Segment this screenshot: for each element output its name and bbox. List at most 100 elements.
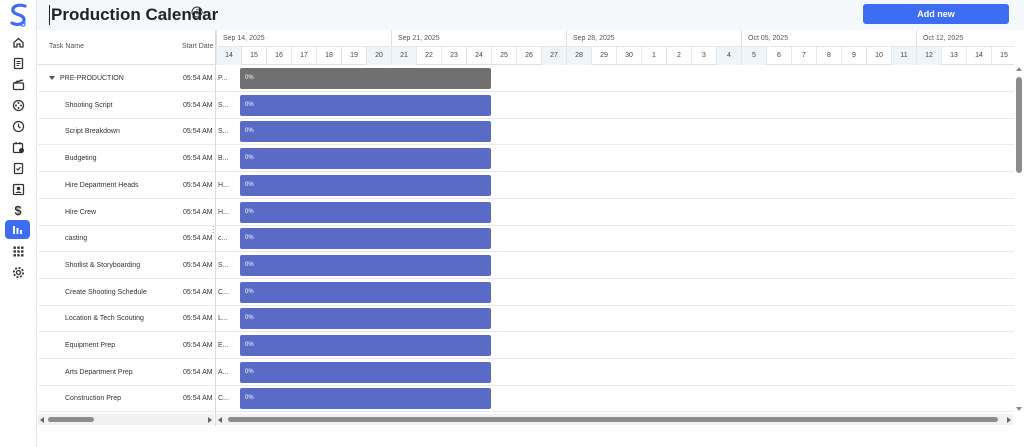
sidebar-item-home[interactable] <box>6 33 30 51</box>
task-name: Hire Department Heads <box>65 181 139 189</box>
chart-scroll-thumb[interactable] <box>228 417 998 422</box>
day-label: 12 <box>916 47 941 65</box>
scroll-left-icon[interactable] <box>218 417 222 423</box>
task-progress: 0% <box>245 235 254 242</box>
task-progress: 0% <box>245 181 254 188</box>
task-bar[interactable]: 0% <box>240 68 491 89</box>
task-start-date: 05:54 AM <box>183 395 213 403</box>
vertical-scroll-thumb[interactable] <box>1016 77 1022 173</box>
table-row[interactable]: Shooting Script 05:54 AM <box>38 92 215 119</box>
task-bar[interactable]: 0% <box>240 335 491 356</box>
app-logo[interactable] <box>8 3 30 29</box>
gantt-row: c... 0% <box>216 225 1014 253</box>
day-label: 24 <box>466 47 491 65</box>
row-short-label: C... <box>218 288 229 296</box>
table-row[interactable]: Location & Tech Scouting 05:54 AM <box>38 305 215 333</box>
day-label: 3 <box>691 47 716 65</box>
task-bar[interactable]: 0% <box>240 94 491 116</box>
scroll-left-icon[interactable] <box>40 417 44 423</box>
task-bar[interactable]: 0% <box>240 254 491 276</box>
week-label: Sep 28, 2025 <box>566 30 741 47</box>
vertical-scrollbar[interactable] <box>1014 65 1024 413</box>
task-bar[interactable]: 0% <box>240 281 491 303</box>
column-header-task-name[interactable]: Task Name <box>49 43 84 50</box>
sidebar-item-dollar[interactable]: $ <box>6 201 30 219</box>
day-label: 16 <box>266 47 291 65</box>
task-bar[interactable]: 0% <box>240 228 491 250</box>
add-new-button[interactable]: Add new <box>863 4 1009 24</box>
task-progress: 0% <box>245 128 254 135</box>
gantt-row: A... 0% <box>216 359 1014 386</box>
gantt-row: H... 0% <box>216 172 1014 199</box>
day-label: 4 <box>716 47 741 65</box>
task-bar[interactable]: 0% <box>240 201 491 223</box>
sidebar-item-gear[interactable] <box>6 263 30 281</box>
info-icon[interactable] <box>191 6 203 18</box>
table-row[interactable]: Shotlist & Storyboarding 05:54 AM <box>38 252 215 279</box>
column-header-start-date[interactable]: Start Date <box>182 43 214 50</box>
task-bar[interactable]: 0% <box>240 308 491 330</box>
day-label: 9 <box>841 47 866 65</box>
grid-scroll-thumb[interactable] <box>48 417 94 422</box>
sidebar-item-apps-grid[interactable] <box>6 242 30 260</box>
table-row[interactable]: PRE-PRODUCTION 05:54 AM <box>38 65 215 92</box>
day-label: 6 <box>766 47 791 65</box>
gantt-row: H... 0% <box>216 199 1014 226</box>
task-bar[interactable]: 0% <box>240 361 491 383</box>
table-row[interactable]: Create Shooting Schedule 05:54 AM <box>38 279 215 306</box>
sidebar-item-clapperboard[interactable] <box>6 75 30 93</box>
day-label: 14 <box>966 47 991 65</box>
gantt-row: S... 0% <box>216 118 1014 146</box>
task-progress: 0% <box>245 395 254 402</box>
gantt-row: B... 0% <box>216 145 1014 173</box>
day-label: 7 <box>791 47 816 65</box>
grid-horizontal-scrollbar[interactable] <box>38 414 214 425</box>
sidebar-item-document[interactable] <box>6 54 30 72</box>
table-row[interactable]: casting 05:54 AM <box>38 225 215 253</box>
task-bar[interactable]: 0% <box>240 174 491 196</box>
task-start-date: 05:54 AM <box>183 101 213 109</box>
day-label: 29 <box>591 47 616 65</box>
row-short-label: H... <box>218 208 229 216</box>
sidebar-item-checklist[interactable] <box>6 159 30 177</box>
sidebar-item-gantt-chart[interactable] <box>5 220 30 239</box>
chart-horizontal-scrollbar[interactable] <box>216 414 1013 425</box>
scroll-up-icon[interactable] <box>1016 67 1022 71</box>
sidebar-item-contact-card[interactable] <box>6 180 30 198</box>
day-label: 18 <box>316 47 341 65</box>
gear-icon <box>12 266 24 278</box>
clock-icon <box>12 120 24 132</box>
task-start-date: 05:54 AM <box>183 208 213 216</box>
scroll-right-icon[interactable] <box>208 417 212 423</box>
task-start-date: 05:54 AM <box>183 75 213 82</box>
table-row[interactable]: Construction Prep 05:54 AM <box>38 385 215 413</box>
sidebar-item-clock[interactable] <box>6 117 30 135</box>
table-row[interactable]: Script Breakdown 05:54 AM <box>38 118 215 146</box>
gantt-row: L... 0% <box>216 305 1014 333</box>
page-header: Production Calendar Add new <box>37 0 1024 30</box>
task-bar[interactable]: 0% <box>240 148 491 170</box>
task-start-date: 05:54 AM <box>183 128 213 136</box>
week-label: Oct 12, 2025 <box>916 30 1014 47</box>
table-row[interactable]: Budgeting 05:54 AM <box>38 145 215 173</box>
task-name: Arts Department Prep <box>65 368 133 376</box>
sidebar-item-calendar-clock[interactable] <box>6 138 30 156</box>
day-label: 5 <box>741 47 766 65</box>
apps-grid-icon <box>13 246 23 256</box>
task-name: Construction Prep <box>65 395 122 403</box>
task-bar[interactable]: 0% <box>240 388 491 410</box>
table-row[interactable]: Arts Department Prep 05:54 AM <box>38 359 215 386</box>
table-row[interactable]: Hire Crew 05:54 AM <box>38 199 215 226</box>
table-row[interactable]: Hire Department Heads 05:54 AM <box>38 172 215 199</box>
contact-card-icon <box>12 183 24 195</box>
sidebar-item-film-reel[interactable] <box>6 96 30 114</box>
table-row[interactable]: Equipment Prep 05:54 AM <box>38 332 215 359</box>
task-bar[interactable]: 0% <box>240 121 491 143</box>
splitter-handle-icon[interactable]: · · · <box>212 223 215 237</box>
gantt-row: S... 0% <box>216 92 1014 119</box>
scroll-right-icon[interactable] <box>1007 417 1011 423</box>
document-icon <box>13 57 23 69</box>
scroll-down-icon[interactable] <box>1016 407 1022 411</box>
collapse-caret-icon[interactable] <box>49 76 55 80</box>
day-label: 10 <box>866 47 891 65</box>
